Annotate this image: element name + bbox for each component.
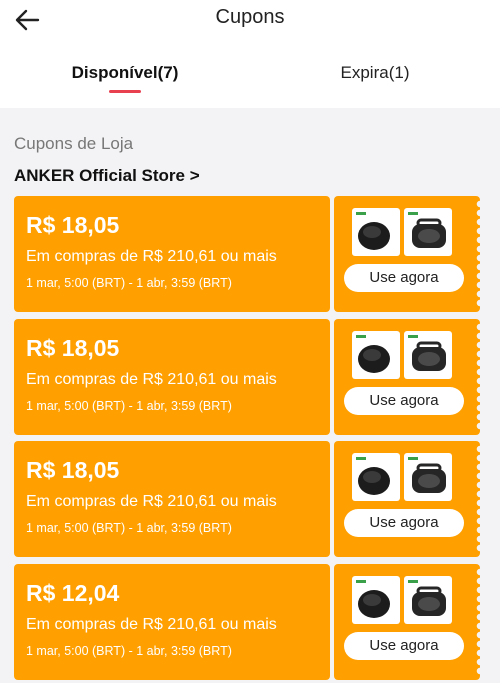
bluetooth-speaker-image: [404, 576, 452, 624]
coupon-info: R$ 18,05 Em compras de R$ 210,61 ou mais…: [14, 441, 330, 557]
bluetooth-speaker-image: [404, 331, 452, 379]
coupon-card: R$ 18,05 Em compras de R$ 210,61 ou mais…: [14, 319, 484, 435]
coupon-info: R$ 18,05 Em compras de R$ 210,61 ou mais…: [14, 196, 330, 312]
coupon-info: R$ 12,04 Em compras de R$ 210,61 ou mais…: [14, 564, 330, 680]
coupon-validity: 1 mar, 5:00 (BRT) - 1 abr, 3:59 (BRT): [26, 644, 232, 658]
robot-vacuum-image: [352, 331, 400, 379]
bluetooth-speaker-image: [404, 208, 452, 256]
robot-vacuum-image: [352, 208, 400, 256]
robot-vacuum-image: [352, 453, 400, 501]
coupon-condition: Em compras de R$ 210,61 ou mais: [26, 616, 277, 633]
bluetooth-speaker-image: [404, 453, 452, 501]
coupon-condition: Em compras de R$ 210,61 ou mais: [26, 371, 277, 388]
coupon-action-panel: Use agora: [334, 564, 484, 680]
store-link[interactable]: ANKER Official Store >: [14, 166, 200, 186]
tab-available[interactable]: Disponível(7): [60, 63, 190, 99]
coupon-card: R$ 12,04 Em compras de R$ 210,61 ou mais…: [14, 564, 484, 680]
coupon-validity: 1 mar, 5:00 (BRT) - 1 abr, 3:59 (BRT): [26, 521, 232, 535]
coupon-condition: Em compras de R$ 210,61 ou mais: [26, 493, 277, 510]
coupon-condition: Em compras de R$ 210,61 ou mais: [26, 248, 277, 265]
coupon-amount: R$ 18,05: [26, 457, 120, 483]
top-bar: Cupons Disponível(7) Expira(1): [0, 0, 500, 108]
coupon-amount: R$ 12,04: [26, 580, 120, 606]
use-now-button[interactable]: Use agora: [344, 387, 464, 415]
use-now-button[interactable]: Use agora: [344, 632, 464, 660]
coupon-amount: R$ 18,05: [26, 335, 120, 361]
use-now-button[interactable]: Use agora: [344, 264, 464, 292]
coupon-amount: R$ 18,05: [26, 212, 120, 238]
coupon-validity: 1 mar, 5:00 (BRT) - 1 abr, 3:59 (BRT): [26, 276, 232, 290]
section-title: Cupons de Loja: [14, 134, 134, 153]
active-tab-indicator: [109, 90, 141, 93]
coupon-validity: 1 mar, 5:00 (BRT) - 1 abr, 3:59 (BRT): [26, 399, 232, 413]
coupon-action-panel: Use agora: [334, 196, 484, 312]
coupon-action-panel: Use agora: [334, 441, 484, 557]
page-title: Cupons: [215, 6, 285, 28]
use-now-button[interactable]: Use agora: [344, 509, 464, 537]
robot-vacuum-image: [352, 576, 400, 624]
coupon-card: R$ 18,05 Em compras de R$ 210,61 ou mais…: [14, 441, 484, 557]
coupon-action-panel: Use agora: [334, 319, 484, 435]
coupon-info: R$ 18,05 Em compras de R$ 210,61 ou mais…: [14, 319, 330, 435]
tab-expiring[interactable]: Expira(1): [310, 63, 440, 99]
coupon-card: R$ 18,05 Em compras de R$ 210,61 ou mais…: [14, 196, 484, 312]
